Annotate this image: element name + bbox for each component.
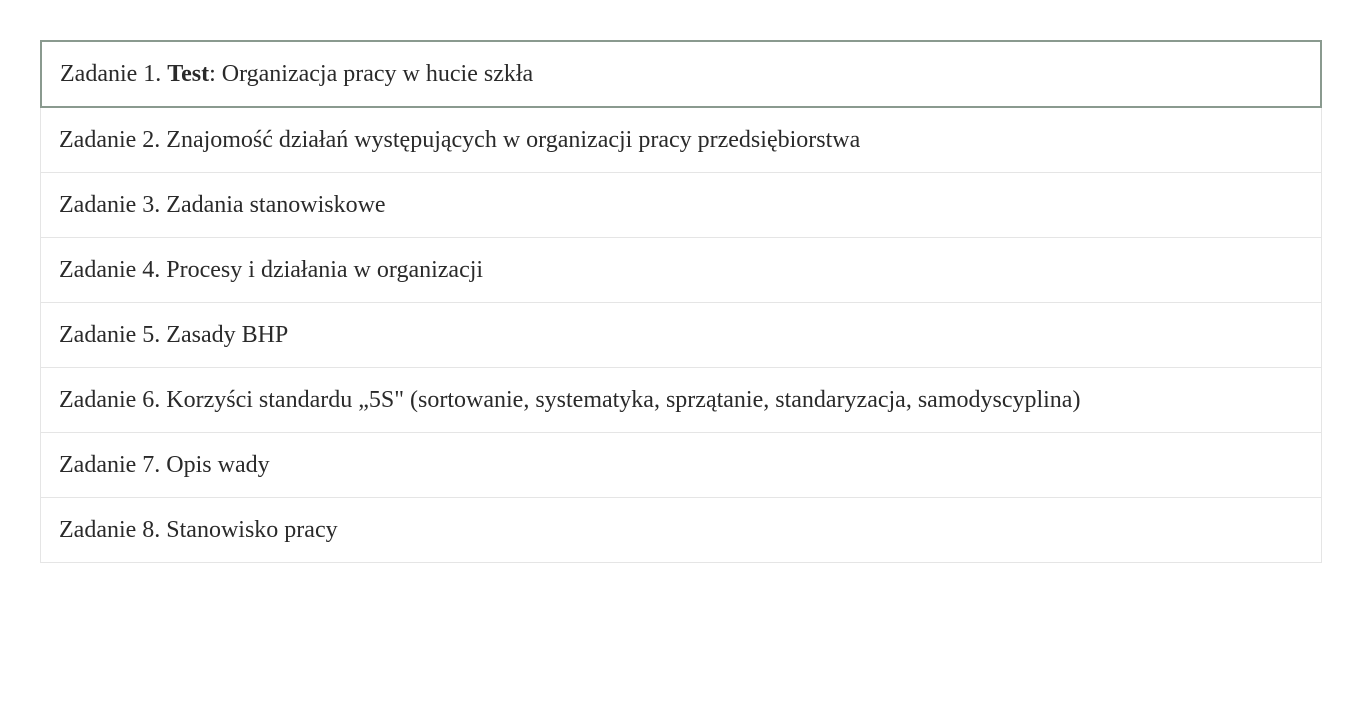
task-item-8[interactable]: Zadanie 8. Stanowisko pracy — [40, 497, 1322, 563]
task-prefix: Zadanie 6. Korzyści standardu „5S" (sort… — [59, 387, 1080, 413]
task-prefix: Zadanie 4. Procesy i działania w organiz… — [59, 257, 483, 283]
task-item-6[interactable]: Zadanie 6. Korzyści standardu „5S" (sort… — [40, 367, 1322, 433]
task-rest: : Organizacja pracy w hucie szkła — [209, 61, 533, 87]
task-item-1[interactable]: Zadanie 1. Test: Organizacja pracy w huc… — [40, 40, 1322, 108]
task-item-7[interactable]: Zadanie 7. Opis wady — [40, 432, 1322, 498]
task-prefix: Zadanie 8. Stanowisko pracy — [59, 517, 338, 543]
task-prefix: Zadanie 2. Znajomość działań występujący… — [59, 127, 860, 153]
task-prefix: Zadanie 1. — [60, 61, 167, 87]
task-prefix: Zadanie 5. Zasady BHP — [59, 322, 288, 348]
task-item-5[interactable]: Zadanie 5. Zasady BHP — [40, 302, 1322, 368]
task-bold: Test — [167, 61, 209, 87]
task-prefix: Zadanie 7. Opis wady — [59, 452, 270, 478]
task-list: Zadanie 1. Test: Organizacja pracy w huc… — [40, 40, 1322, 563]
task-prefix: Zadanie 3. Zadania stanowiskowe — [59, 192, 386, 218]
task-item-2[interactable]: Zadanie 2. Znajomość działań występujący… — [40, 107, 1322, 173]
task-item-3[interactable]: Zadanie 3. Zadania stanowiskowe — [40, 172, 1322, 238]
task-item-4[interactable]: Zadanie 4. Procesy i działania w organiz… — [40, 237, 1322, 303]
